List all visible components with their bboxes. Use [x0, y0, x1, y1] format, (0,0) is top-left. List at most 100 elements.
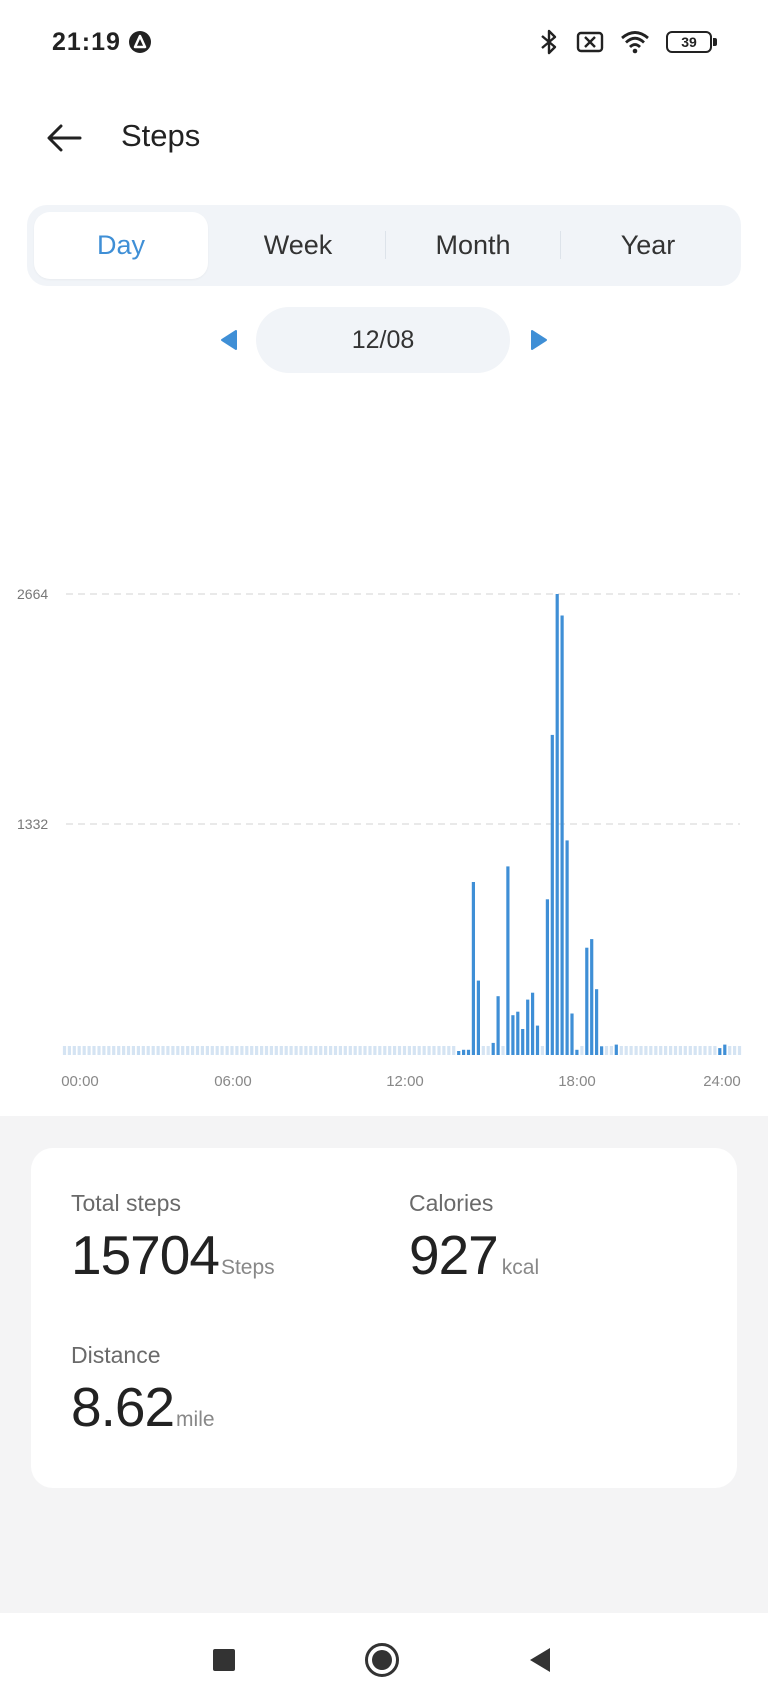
- empty-bar-marker: [171, 1046, 175, 1055]
- empty-bar-marker: [669, 1046, 673, 1055]
- sim-error-icon: [576, 31, 604, 53]
- empty-bar-marker: [501, 1046, 505, 1055]
- empty-bar-marker: [329, 1046, 333, 1055]
- step-bar: [560, 615, 564, 1055]
- triangle-left-icon[interactable]: [214, 325, 244, 355]
- back-triangle-icon[interactable]: [527, 1647, 553, 1673]
- empty-bar-marker: [442, 1046, 446, 1055]
- step-bar: [723, 1044, 727, 1055]
- arrow-left-icon[interactable]: [42, 116, 86, 160]
- empty-bar-marker: [624, 1046, 628, 1055]
- empty-bar-marker: [215, 1046, 219, 1055]
- system-nav-bar: [0, 1613, 768, 1706]
- empty-bar-marker: [200, 1046, 204, 1055]
- empty-bar-marker: [649, 1046, 653, 1055]
- empty-bar-marker: [97, 1046, 101, 1055]
- empty-bar-marker: [619, 1046, 623, 1055]
- tab-day[interactable]: Day: [34, 212, 208, 279]
- empty-bar-marker: [230, 1046, 234, 1055]
- empty-bar-marker: [703, 1046, 707, 1055]
- battery-icon: 39: [666, 31, 717, 53]
- step-bar: [516, 1011, 520, 1055]
- battery-level: 39: [681, 34, 697, 50]
- empty-bar-marker: [289, 1046, 293, 1055]
- empty-bar-marker: [220, 1046, 224, 1055]
- empty-bar-marker: [67, 1046, 71, 1055]
- empty-bar-marker: [348, 1046, 352, 1055]
- step-bar: [590, 939, 594, 1055]
- empty-bar-marker: [378, 1046, 382, 1055]
- empty-bar-marker: [92, 1046, 96, 1055]
- empty-bar-marker: [580, 1046, 584, 1055]
- empty-bar-marker: [269, 1046, 273, 1055]
- y-tick-label: 2664: [17, 586, 48, 602]
- date-navigator: 12/08: [0, 307, 768, 373]
- stat-distance: Distance 8.62mile: [71, 1342, 215, 1439]
- step-bar: [531, 992, 535, 1055]
- x-tick-label: 24:00: [703, 1073, 741, 1090]
- empty-bar-marker: [82, 1046, 86, 1055]
- empty-bar-marker: [383, 1046, 387, 1055]
- empty-bar-marker: [407, 1046, 411, 1055]
- steps-bar-chart: 2664 1332 00:00 06:00 12:00 18:00 24:00: [17, 586, 742, 1090]
- empty-bar-marker: [673, 1046, 678, 1055]
- tab-month[interactable]: Month: [386, 212, 560, 279]
- empty-bar-marker: [126, 1046, 131, 1055]
- empty-bar-marker: [737, 1046, 742, 1055]
- empty-bar-marker: [358, 1046, 362, 1055]
- empty-bar-marker: [141, 1046, 145, 1055]
- empty-bar-marker: [235, 1046, 239, 1055]
- date-selector[interactable]: 12/08: [256, 307, 510, 373]
- period-tabs: Day Week Month Year: [27, 205, 741, 286]
- step-bar: [476, 980, 480, 1055]
- empty-bar-marker: [708, 1046, 712, 1055]
- empty-bar-marker: [62, 1046, 67, 1055]
- empty-bar-marker: [309, 1046, 313, 1055]
- tab-week[interactable]: Week: [211, 212, 385, 279]
- header: Steps: [0, 96, 768, 182]
- empty-bar-marker: [240, 1046, 244, 1055]
- empty-bar-marker: [333, 1046, 338, 1055]
- empty-bar-marker: [299, 1046, 303, 1055]
- empty-bar-marker: [604, 1046, 609, 1055]
- stat-unit: kcal: [501, 1256, 540, 1279]
- step-bar: [462, 1049, 466, 1055]
- selected-date: 12/08: [351, 325, 415, 354]
- empty-bar-marker: [417, 1046, 421, 1055]
- status-icons: 39: [538, 26, 717, 58]
- empty-bar-marker: [117, 1046, 121, 1055]
- step-bar: [526, 999, 530, 1055]
- stat-unit: mile: [176, 1408, 215, 1431]
- x-tick-label: 00:00: [61, 1073, 99, 1090]
- empty-bar-marker: [486, 1046, 490, 1055]
- empty-bar-marker: [156, 1046, 160, 1055]
- x-tick-label: 06:00: [214, 1073, 252, 1090]
- empty-bar-marker: [319, 1046, 323, 1055]
- empty-bar-marker: [122, 1046, 126, 1055]
- empty-bar-marker: [314, 1046, 318, 1055]
- empty-bar-marker: [338, 1046, 342, 1055]
- empty-bar-marker: [363, 1046, 367, 1055]
- empty-bar-marker: [678, 1046, 682, 1055]
- stat-unit: Steps: [220, 1256, 275, 1279]
- triangle-right-icon[interactable]: [524, 325, 554, 355]
- recents-square-icon[interactable]: [212, 1648, 236, 1672]
- empty-bar-marker: [353, 1046, 357, 1055]
- empty-bar-marker: [72, 1046, 76, 1055]
- empty-bar-marker: [205, 1046, 209, 1055]
- empty-bar-marker: [683, 1046, 687, 1055]
- empty-bar-marker: [279, 1046, 283, 1055]
- empty-bar-marker: [274, 1046, 278, 1055]
- empty-bar-marker: [146, 1046, 150, 1055]
- empty-bar-marker: [166, 1046, 170, 1055]
- step-bar: [585, 947, 589, 1055]
- tab-year[interactable]: Year: [561, 212, 735, 279]
- home-circle-icon[interactable]: [364, 1642, 400, 1678]
- empty-bar-marker: [161, 1046, 165, 1055]
- empty-bar-marker: [191, 1046, 195, 1055]
- step-bar: [521, 1029, 525, 1055]
- empty-bar-marker: [186, 1046, 190, 1055]
- page-title: Steps: [121, 118, 201, 153]
- empty-bar-marker: [412, 1046, 416, 1055]
- step-bar: [614, 1044, 618, 1055]
